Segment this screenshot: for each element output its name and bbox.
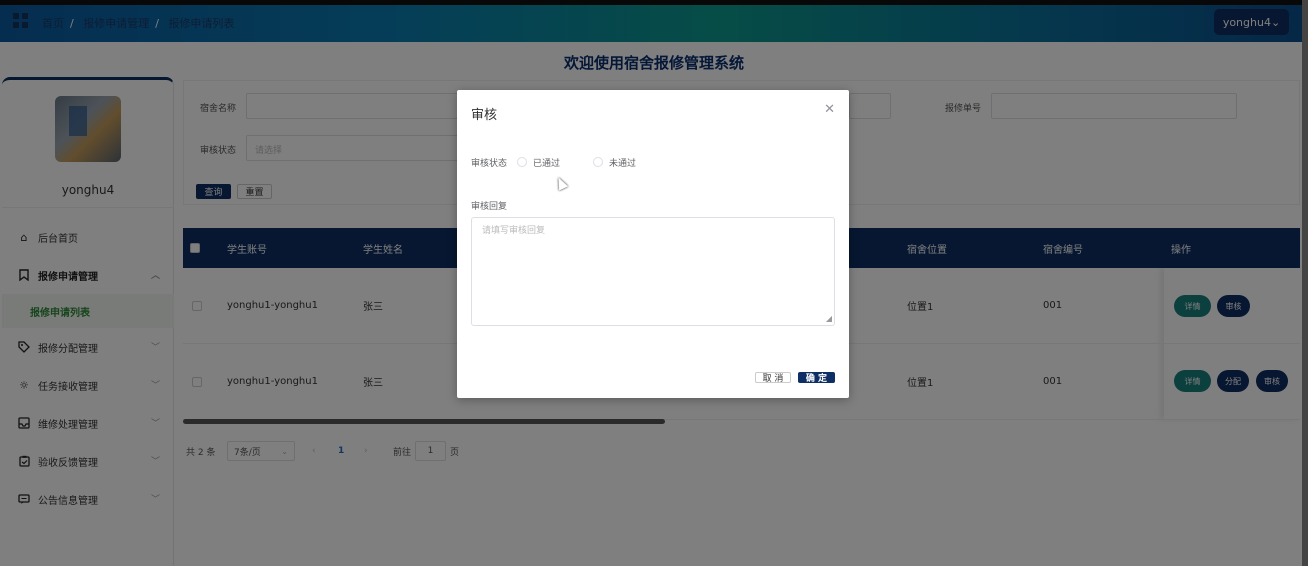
- dialog-title: 审核: [471, 108, 498, 123]
- cancel-button[interactable]: 取 消: [755, 372, 791, 384]
- review-reply-placeholder: 请填写审核回复: [482, 226, 546, 236]
- review-reply-label: 审核回复: [471, 202, 508, 212]
- review-status-field-label: 审核状态: [471, 159, 508, 169]
- radio-rejected[interactable]: [593, 157, 603, 167]
- confirm-button[interactable]: 确 定: [798, 372, 835, 384]
- review-dialog: 审核 ✕ 审核状态 已通过 未通过 审核回复 请填写审核回复 ◢ 取 消 确 定: [457, 90, 849, 398]
- resize-handle-icon[interactable]: ◢: [826, 315, 832, 323]
- radio-approved-label[interactable]: 已通过: [533, 156, 560, 169]
- window-edge: [1302, 0, 1308, 566]
- radio-approved[interactable]: [517, 157, 527, 167]
- close-icon[interactable]: ✕: [824, 102, 835, 117]
- radio-rejected-label[interactable]: 未通过: [609, 156, 636, 169]
- review-reply-textarea[interactable]: 请填写审核回复 ◢: [471, 217, 835, 326]
